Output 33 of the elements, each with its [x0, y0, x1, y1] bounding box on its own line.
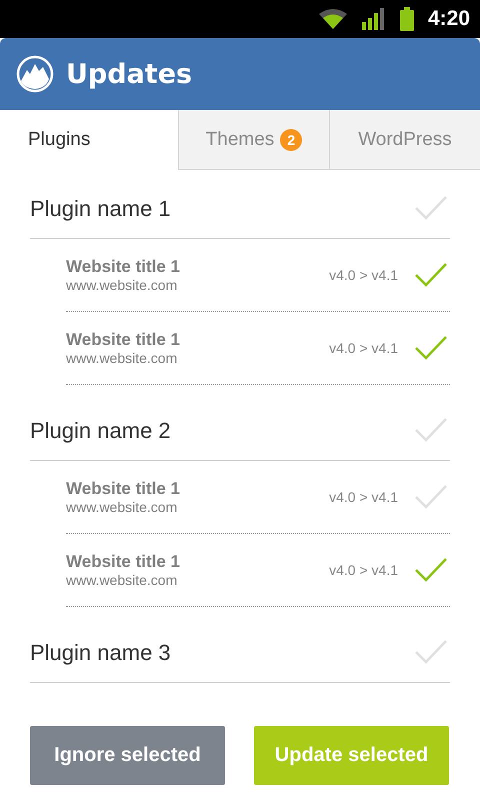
clock-time: 4:20: [428, 7, 470, 31]
plugin-name: Plugin name 2: [30, 417, 171, 444]
action-button[interactable]: Update selected: [254, 726, 449, 785]
website-title: Website title 1: [66, 257, 181, 277]
checkmark-icon[interactable]: [414, 262, 448, 288]
version-text: v4.0 > v4.1: [329, 340, 398, 356]
checkmark-icon[interactable]: [414, 557, 448, 583]
website-url: www.website.com: [66, 350, 178, 366]
app-title: Updates: [66, 58, 192, 90]
website-url: www.website.com: [66, 499, 178, 515]
checkmark-icon[interactable]: [414, 638, 448, 664]
website-url: www.website.com: [66, 572, 178, 588]
wifi-icon: [318, 8, 348, 30]
version-text: v4.0 > v4.1: [329, 267, 398, 283]
checkmark-icon[interactable]: [414, 335, 448, 361]
website-title: Website title 1: [66, 552, 181, 572]
mountain-logo-icon: [16, 55, 54, 93]
checkmark-icon[interactable]: [414, 484, 448, 510]
plugin-name: Plugin name 3: [30, 639, 171, 666]
count-badge: 2: [280, 128, 302, 150]
tab[interactable]: WordPress: [329, 110, 480, 170]
battery-icon: [400, 7, 414, 31]
version-text: v4.0 > v4.1: [329, 562, 398, 578]
tab[interactable]: Themes 2: [178, 110, 329, 170]
checkmark-icon[interactable]: [414, 416, 448, 442]
plugin-name: Plugin name 1: [30, 195, 171, 222]
website-title: Website title 1: [66, 479, 181, 499]
checkmark-icon[interactable]: [414, 194, 448, 220]
website-title: Website title 1: [66, 330, 181, 350]
action-button[interactable]: Ignore selected: [30, 726, 225, 785]
website-url: www.website.com: [66, 277, 178, 293]
signal-icon: [362, 8, 386, 30]
version-text: v4.0 > v4.1: [329, 489, 398, 505]
